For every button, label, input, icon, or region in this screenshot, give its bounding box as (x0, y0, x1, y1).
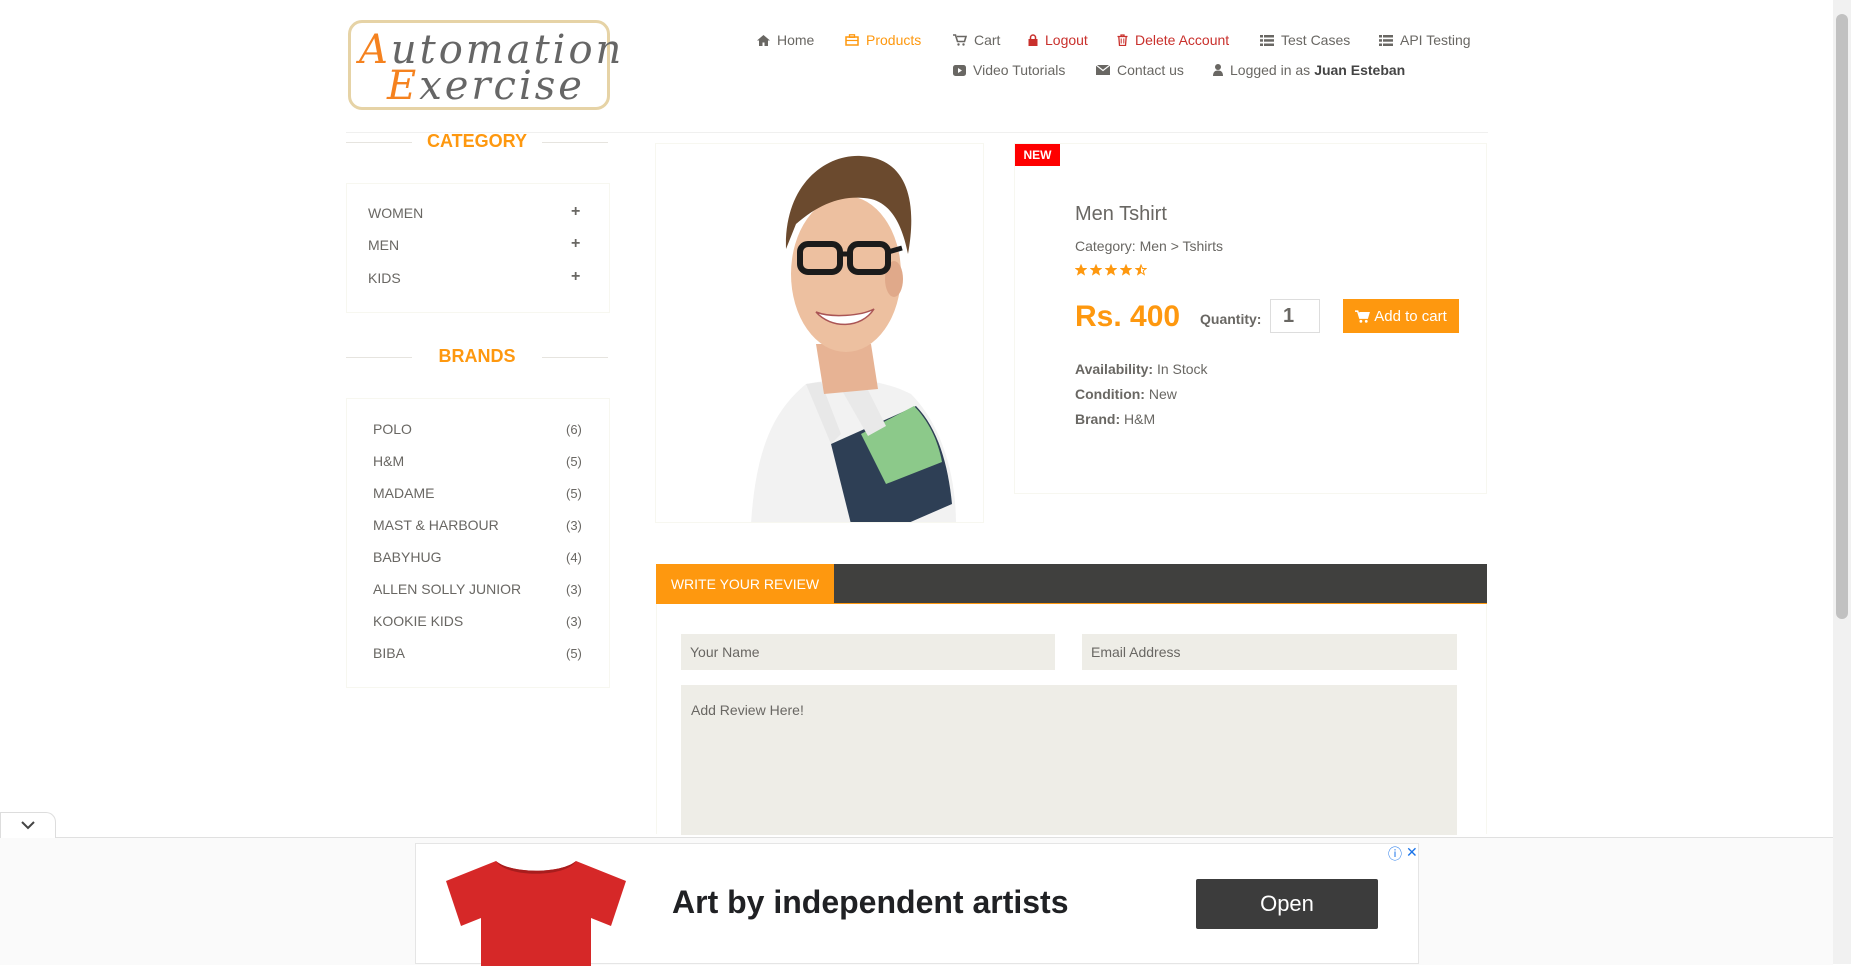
brand-link[interactable]: H&M (373, 453, 404, 469)
star-icon (1090, 264, 1102, 276)
brand-link[interactable]: MADAME (373, 485, 434, 501)
availability: Availability: In Stock (1075, 361, 1208, 377)
star-icon (1120, 264, 1132, 276)
ad-headline[interactable]: Art by independent artists (672, 884, 1069, 921)
review-textarea[interactable] (681, 685, 1457, 835)
add-to-cart-button[interactable]: Add to cart (1343, 299, 1459, 333)
logo-line-2: Exercise (387, 63, 585, 109)
envelope-icon (1096, 65, 1110, 75)
ad-choices: ⓘ ✕ (1388, 844, 1418, 864)
review-email-input[interactable] (1082, 634, 1457, 670)
list-icon (1260, 34, 1274, 46)
youtube-play-icon (953, 64, 966, 76)
nav-logged-in-user: Logged in as Juan Esteban (1213, 62, 1405, 78)
cart-icon (1355, 309, 1371, 323)
star-half-icon (1135, 264, 1147, 276)
brand-count: (5) (566, 646, 582, 661)
category-women[interactable]: WOMEN (368, 205, 423, 221)
brand-link[interactable]: MAST & HARBOUR (373, 517, 499, 533)
product-photo (656, 144, 983, 522)
ad-close-icon[interactable]: ✕ (1406, 844, 1418, 864)
brand-count: (6) (566, 422, 582, 437)
brand-count: (3) (566, 614, 582, 629)
home-icon (757, 34, 770, 46)
site-logo[interactable]: Automation Exercise (348, 20, 621, 110)
brand-link[interactable]: POLO (373, 421, 412, 437)
brand-count: (3) (566, 518, 582, 533)
ad-info-icon[interactable]: ⓘ (1388, 844, 1402, 864)
nav-products[interactable]: Products (845, 32, 921, 48)
category-men[interactable]: MEN (368, 237, 399, 253)
nav-delete-account[interactable]: Delete Account (1117, 32, 1229, 48)
brand: Brand: H&M (1075, 411, 1156, 427)
nav-test-cases[interactable]: Test Cases (1260, 32, 1350, 48)
logged-in-prefix: Logged in as (1230, 62, 1311, 78)
product-image (655, 143, 984, 523)
product-rating (1075, 264, 1147, 276)
nav-logout[interactable]: Logout (1028, 32, 1088, 48)
brand-count: (5) (566, 486, 582, 501)
chevron-down-icon (21, 821, 35, 830)
new-badge: NEW (1015, 144, 1060, 166)
trash-icon (1117, 34, 1128, 46)
expand-plus-icon[interactable]: + (571, 203, 580, 221)
brand-link[interactable]: BIBA (373, 645, 405, 661)
product-category: Category: Men > Tshirts (1075, 238, 1223, 254)
nav-home[interactable]: Home (757, 32, 814, 48)
logged-in-username: Juan Esteban (1314, 62, 1406, 78)
nav-cart[interactable]: Cart (953, 32, 1000, 48)
star-icon (1075, 264, 1087, 276)
brand-link[interactable]: KOOKIE KIDS (373, 613, 463, 629)
brand-link[interactable]: ALLEN SOLLY JUNIOR (373, 581, 521, 597)
condition: Condition: New (1075, 386, 1177, 402)
product-price: Rs. 400 (1075, 300, 1181, 333)
lock-icon (1028, 34, 1038, 46)
brands-title: BRANDS (346, 346, 608, 367)
nav-api-testing[interactable]: API Testing (1379, 32, 1471, 48)
ad-collapse-toggle[interactable] (0, 812, 56, 838)
quantity-input[interactable] (1270, 299, 1320, 333)
category-kids[interactable]: KIDS (368, 270, 401, 286)
nav-video-tutorials[interactable]: Video Tutorials (953, 62, 1065, 78)
star-icon (1105, 264, 1117, 276)
brand-count: (3) (566, 582, 582, 597)
brand-count: (5) (566, 454, 582, 469)
user-icon (1213, 64, 1223, 76)
review-name-input[interactable] (681, 634, 1055, 670)
list-icon (1379, 34, 1393, 46)
scrollbar-thumb[interactable] (1836, 14, 1848, 619)
tab-write-your-review[interactable]: WRITE YOUR REVIEW (656, 564, 834, 604)
expand-plus-icon[interactable]: + (571, 268, 580, 286)
category-title: CATEGORY (346, 131, 608, 152)
expand-plus-icon[interactable]: + (571, 235, 580, 253)
product-name: Men Tshirt (1075, 203, 1167, 225)
ad-open-button[interactable]: Open (1196, 879, 1378, 929)
nav-contact-us[interactable]: Contact us (1096, 62, 1184, 78)
quantity-label: Quantity: (1200, 311, 1262, 327)
products-icon (845, 34, 859, 46)
tshirt-ad-image (446, 861, 626, 966)
brand-count: (4) (566, 550, 582, 565)
cart-icon (953, 34, 967, 46)
brand-link[interactable]: BABYHUG (373, 549, 441, 565)
